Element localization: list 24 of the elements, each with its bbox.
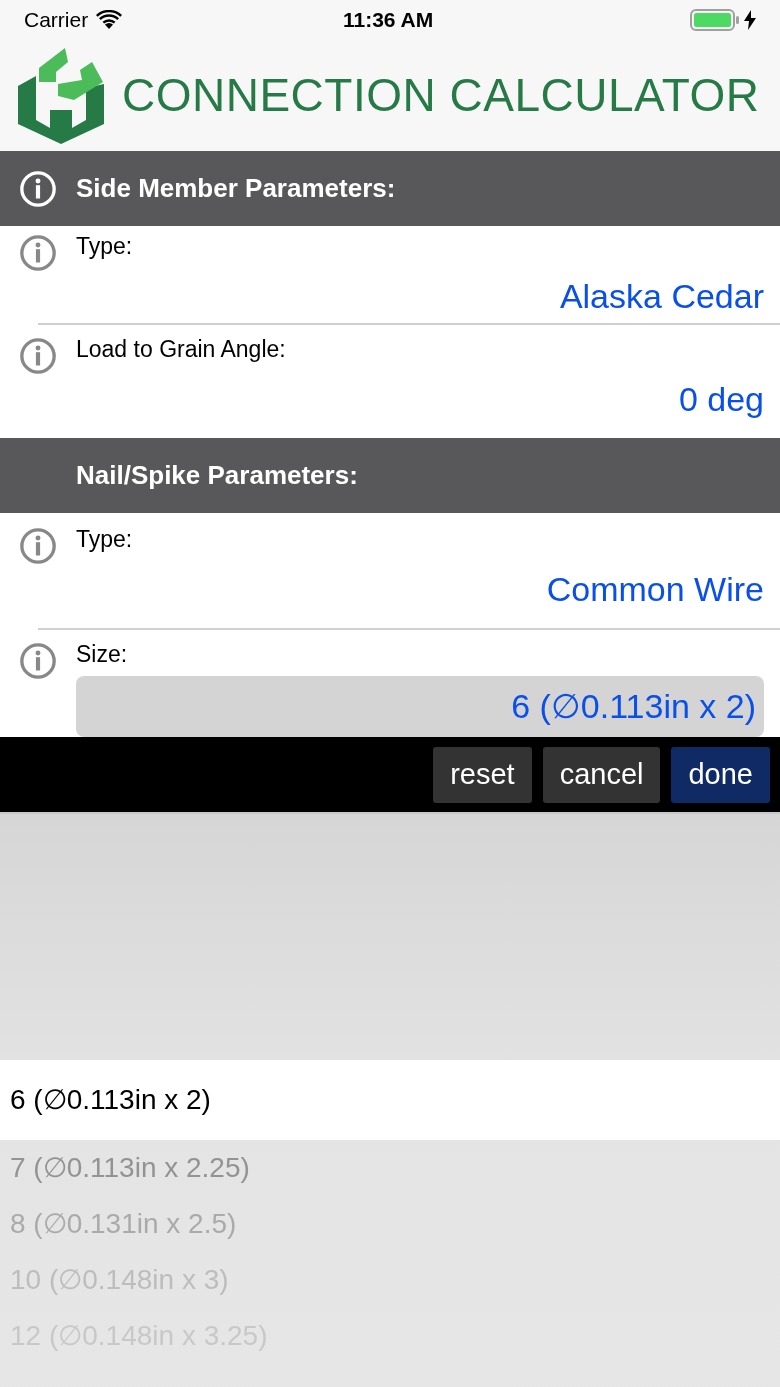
value-link[interactable]: 0 deg [678, 379, 764, 419]
toolbar-button[interactable]: done [671, 746, 770, 803]
size-field[interactable]: 6 (∅0.113in x 2) [76, 676, 764, 737]
info-icon[interactable] [19, 527, 57, 565]
toolbar-button[interactable]: cancel [542, 746, 661, 803]
info-icon[interactable] [19, 337, 57, 375]
app-title: CONNECTION CALCULATOR [122, 68, 760, 123]
field-label: Type: [76, 525, 134, 553]
info-icon[interactable] [19, 234, 57, 272]
field-label: Type: [76, 232, 134, 260]
section-title: Side Member Parameters: [76, 172, 396, 205]
field-label: Size: [76, 640, 129, 668]
value-link[interactable]: Alaska Cedar [559, 276, 764, 316]
wifi-icon [96, 10, 123, 30]
carrier-label: Carrier [24, 7, 89, 34]
value-link[interactable]: Common Wire [546, 569, 764, 609]
info-icon[interactable] [19, 642, 57, 680]
section-title: Nail/Spike Parameters: [76, 459, 358, 492]
clock-time: 11:36 AM [343, 7, 434, 34]
battery-icon [690, 9, 740, 31]
logo-icon [18, 47, 104, 144]
picker-option[interactable]: 6 (∅0.113in x 2) [0, 1060, 780, 1140]
toolbar-button[interactable]: reset [433, 746, 532, 803]
field-label: Load to Grain Angle: [76, 335, 287, 363]
